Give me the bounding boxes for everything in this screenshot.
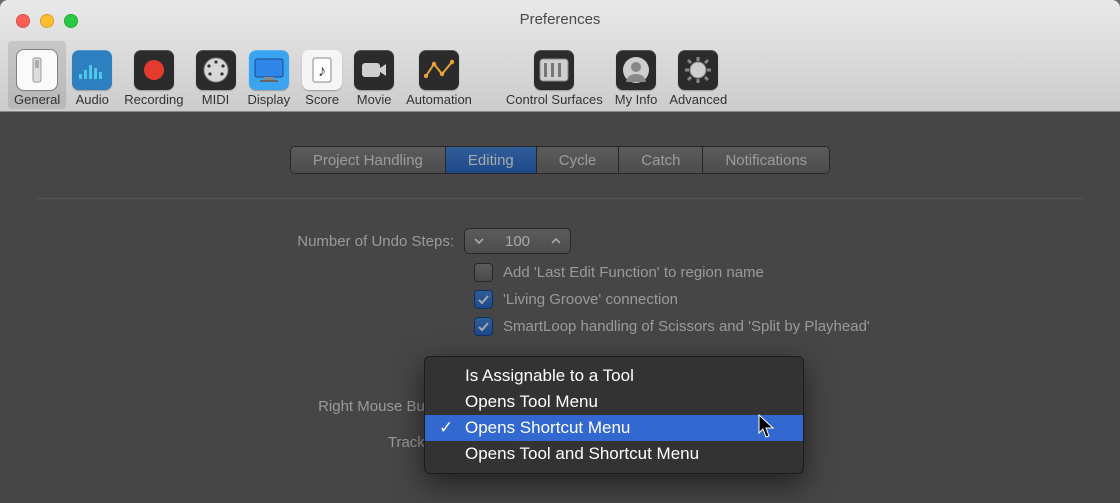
toolbar-label: My Info — [615, 92, 658, 107]
toolbar-item-advanced[interactable]: Advanced — [663, 41, 733, 109]
right-mouse-button-dropdown[interactable]: Is Assignable to a Tool Opens Tool Menu ✓ O… — [424, 356, 804, 474]
dropdown-option[interactable]: Opens Tool and Shortcut Menu — [425, 441, 803, 467]
toolbar-label: Audio — [76, 92, 109, 107]
control-surfaces-icon — [534, 50, 574, 90]
dropdown-option-label: Is Assignable to a Tool — [465, 366, 634, 385]
toolbar-item-recording[interactable]: Recording — [118, 41, 189, 109]
svg-text:♪: ♪ — [318, 63, 326, 80]
toolbar-label: General — [14, 92, 60, 107]
toolbar-label: Automation — [406, 92, 472, 107]
automation-icon — [419, 50, 459, 90]
window-title: Preferences — [0, 11, 1120, 28]
editing-check-label: SmartLoop handling of Scissors and 'Spli… — [503, 318, 870, 335]
toolbar-item-my-info[interactable]: My Info — [609, 41, 664, 109]
undo-steps-value: 100 — [493, 233, 542, 250]
undo-steps-label: Number of Undo Steps: — [36, 233, 464, 250]
chevron-up-icon[interactable] — [542, 236, 570, 246]
dropdown-option-label: Opens Tool and Shortcut Menu — [465, 444, 699, 463]
editing-checkbox-2[interactable] — [474, 317, 493, 336]
toolbar-item-control-surfaces[interactable]: Control Surfaces — [500, 41, 609, 109]
audio-icon — [72, 50, 112, 90]
movie-icon — [354, 50, 394, 90]
general-icon — [17, 50, 57, 90]
score-icon: ♪ — [302, 50, 342, 90]
toolbar-item-audio[interactable]: Audio — [66, 41, 118, 109]
tab-editing[interactable]: Editing — [446, 147, 537, 173]
undo-steps-stepper[interactable]: 100 — [464, 228, 571, 254]
preferences-toolbar: General Audio Recording MIDI Display ♪ Score Mo… — [0, 41, 1120, 111]
checkmark-icon: ✓ — [439, 418, 453, 438]
toolbar-label: Score — [305, 92, 339, 107]
tab-cycle[interactable]: Cycle — [537, 147, 620, 173]
dropdown-option-label: Opens Tool Menu — [465, 392, 598, 411]
toolbar-label: Control Surfaces — [506, 92, 603, 107]
toolbar-label: MIDI — [202, 92, 229, 107]
editing-check-label: 'Living Groove' connection — [503, 291, 678, 308]
advanced-icon — [678, 50, 718, 90]
toolbar-label: Movie — [357, 92, 392, 107]
trackpad-label: Trackpad: — [36, 434, 464, 451]
toolbar-item-movie[interactable]: Movie — [348, 41, 400, 109]
toolbar-item-midi[interactable]: MIDI — [190, 41, 242, 109]
toolbar-item-score[interactable]: ♪ Score — [296, 41, 348, 109]
my-info-icon — [616, 50, 656, 90]
midi-icon — [196, 50, 236, 90]
toolbar-item-automation[interactable]: Automation — [400, 41, 478, 109]
dropdown-option[interactable]: ✓ Opens Shortcut Menu — [425, 415, 803, 441]
recording-icon — [134, 50, 174, 90]
cursor-icon — [758, 414, 776, 440]
display-icon — [249, 50, 289, 90]
chevron-down-icon[interactable] — [465, 236, 493, 246]
editing-checkbox-1[interactable] — [474, 290, 493, 309]
dropdown-option[interactable]: Opens Tool Menu — [425, 389, 803, 415]
dropdown-option-label: Opens Shortcut Menu — [465, 418, 630, 437]
editing-checkbox-0[interactable] — [474, 263, 493, 282]
tab-catch[interactable]: Catch — [619, 147, 703, 173]
general-sub-tabs: Project HandlingEditingCycleCatchNotific… — [290, 146, 830, 174]
right-mouse-button-label: Right Mouse Button: — [36, 398, 464, 415]
toolbar-label: Advanced — [669, 92, 727, 107]
toolbar-item-general[interactable]: General — [8, 41, 66, 109]
tab-project-handling[interactable]: Project Handling — [291, 147, 446, 173]
editing-check-label: Add 'Last Edit Function' to region name — [503, 264, 764, 281]
toolbar-item-display[interactable]: Display — [242, 41, 297, 109]
dropdown-option[interactable]: Is Assignable to a Tool — [425, 363, 803, 389]
toolbar-label: Recording — [124, 92, 183, 107]
tab-notifications[interactable]: Notifications — [703, 147, 829, 173]
toolbar-label: Display — [248, 92, 291, 107]
